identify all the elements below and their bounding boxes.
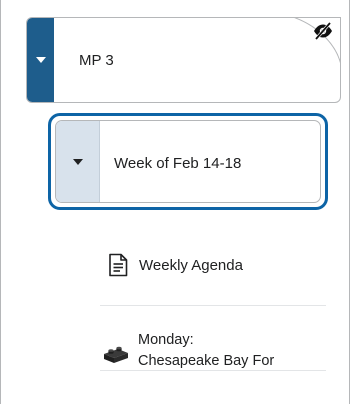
list-divider [100, 305, 326, 306]
lego-brick-icon [104, 346, 128, 363]
module-mp3[interactable]: MP 3 [26, 17, 341, 103]
panel-left-border [0, 0, 1, 404]
submodule-week[interactable]: Week of Feb 14-18 [55, 120, 321, 203]
topic-label-wrap: Monday: Chesapeake Bay For [138, 330, 314, 372]
panel-right-border [349, 0, 358, 404]
topic-monday[interactable]: Monday: Chesapeake Bay For [100, 330, 326, 380]
module-collapse-toggle[interactable] [27, 18, 54, 102]
caret-down-icon [35, 57, 46, 63]
topic-weekly-agenda[interactable]: Weekly Agenda [100, 247, 326, 283]
document-icon [109, 253, 128, 277]
caret-down-icon [72, 158, 83, 165]
eye-slash-icon[interactable] [312, 20, 334, 42]
module-title: MP 3 [79, 52, 114, 69]
submodule-collapse-toggle[interactable] [56, 121, 100, 202]
content-tree-panel: MP 3 Week of Feb 14-18 Weekly Agenda Mon… [0, 0, 358, 404]
topic-label: Weekly Agenda [139, 256, 243, 274]
list-divider [100, 370, 326, 371]
submodule-week-focus-ring[interactable]: Week of Feb 14-18 [48, 113, 328, 210]
text-fade-overlay [274, 330, 314, 372]
submodule-title: Week of Feb 14-18 [114, 155, 242, 172]
